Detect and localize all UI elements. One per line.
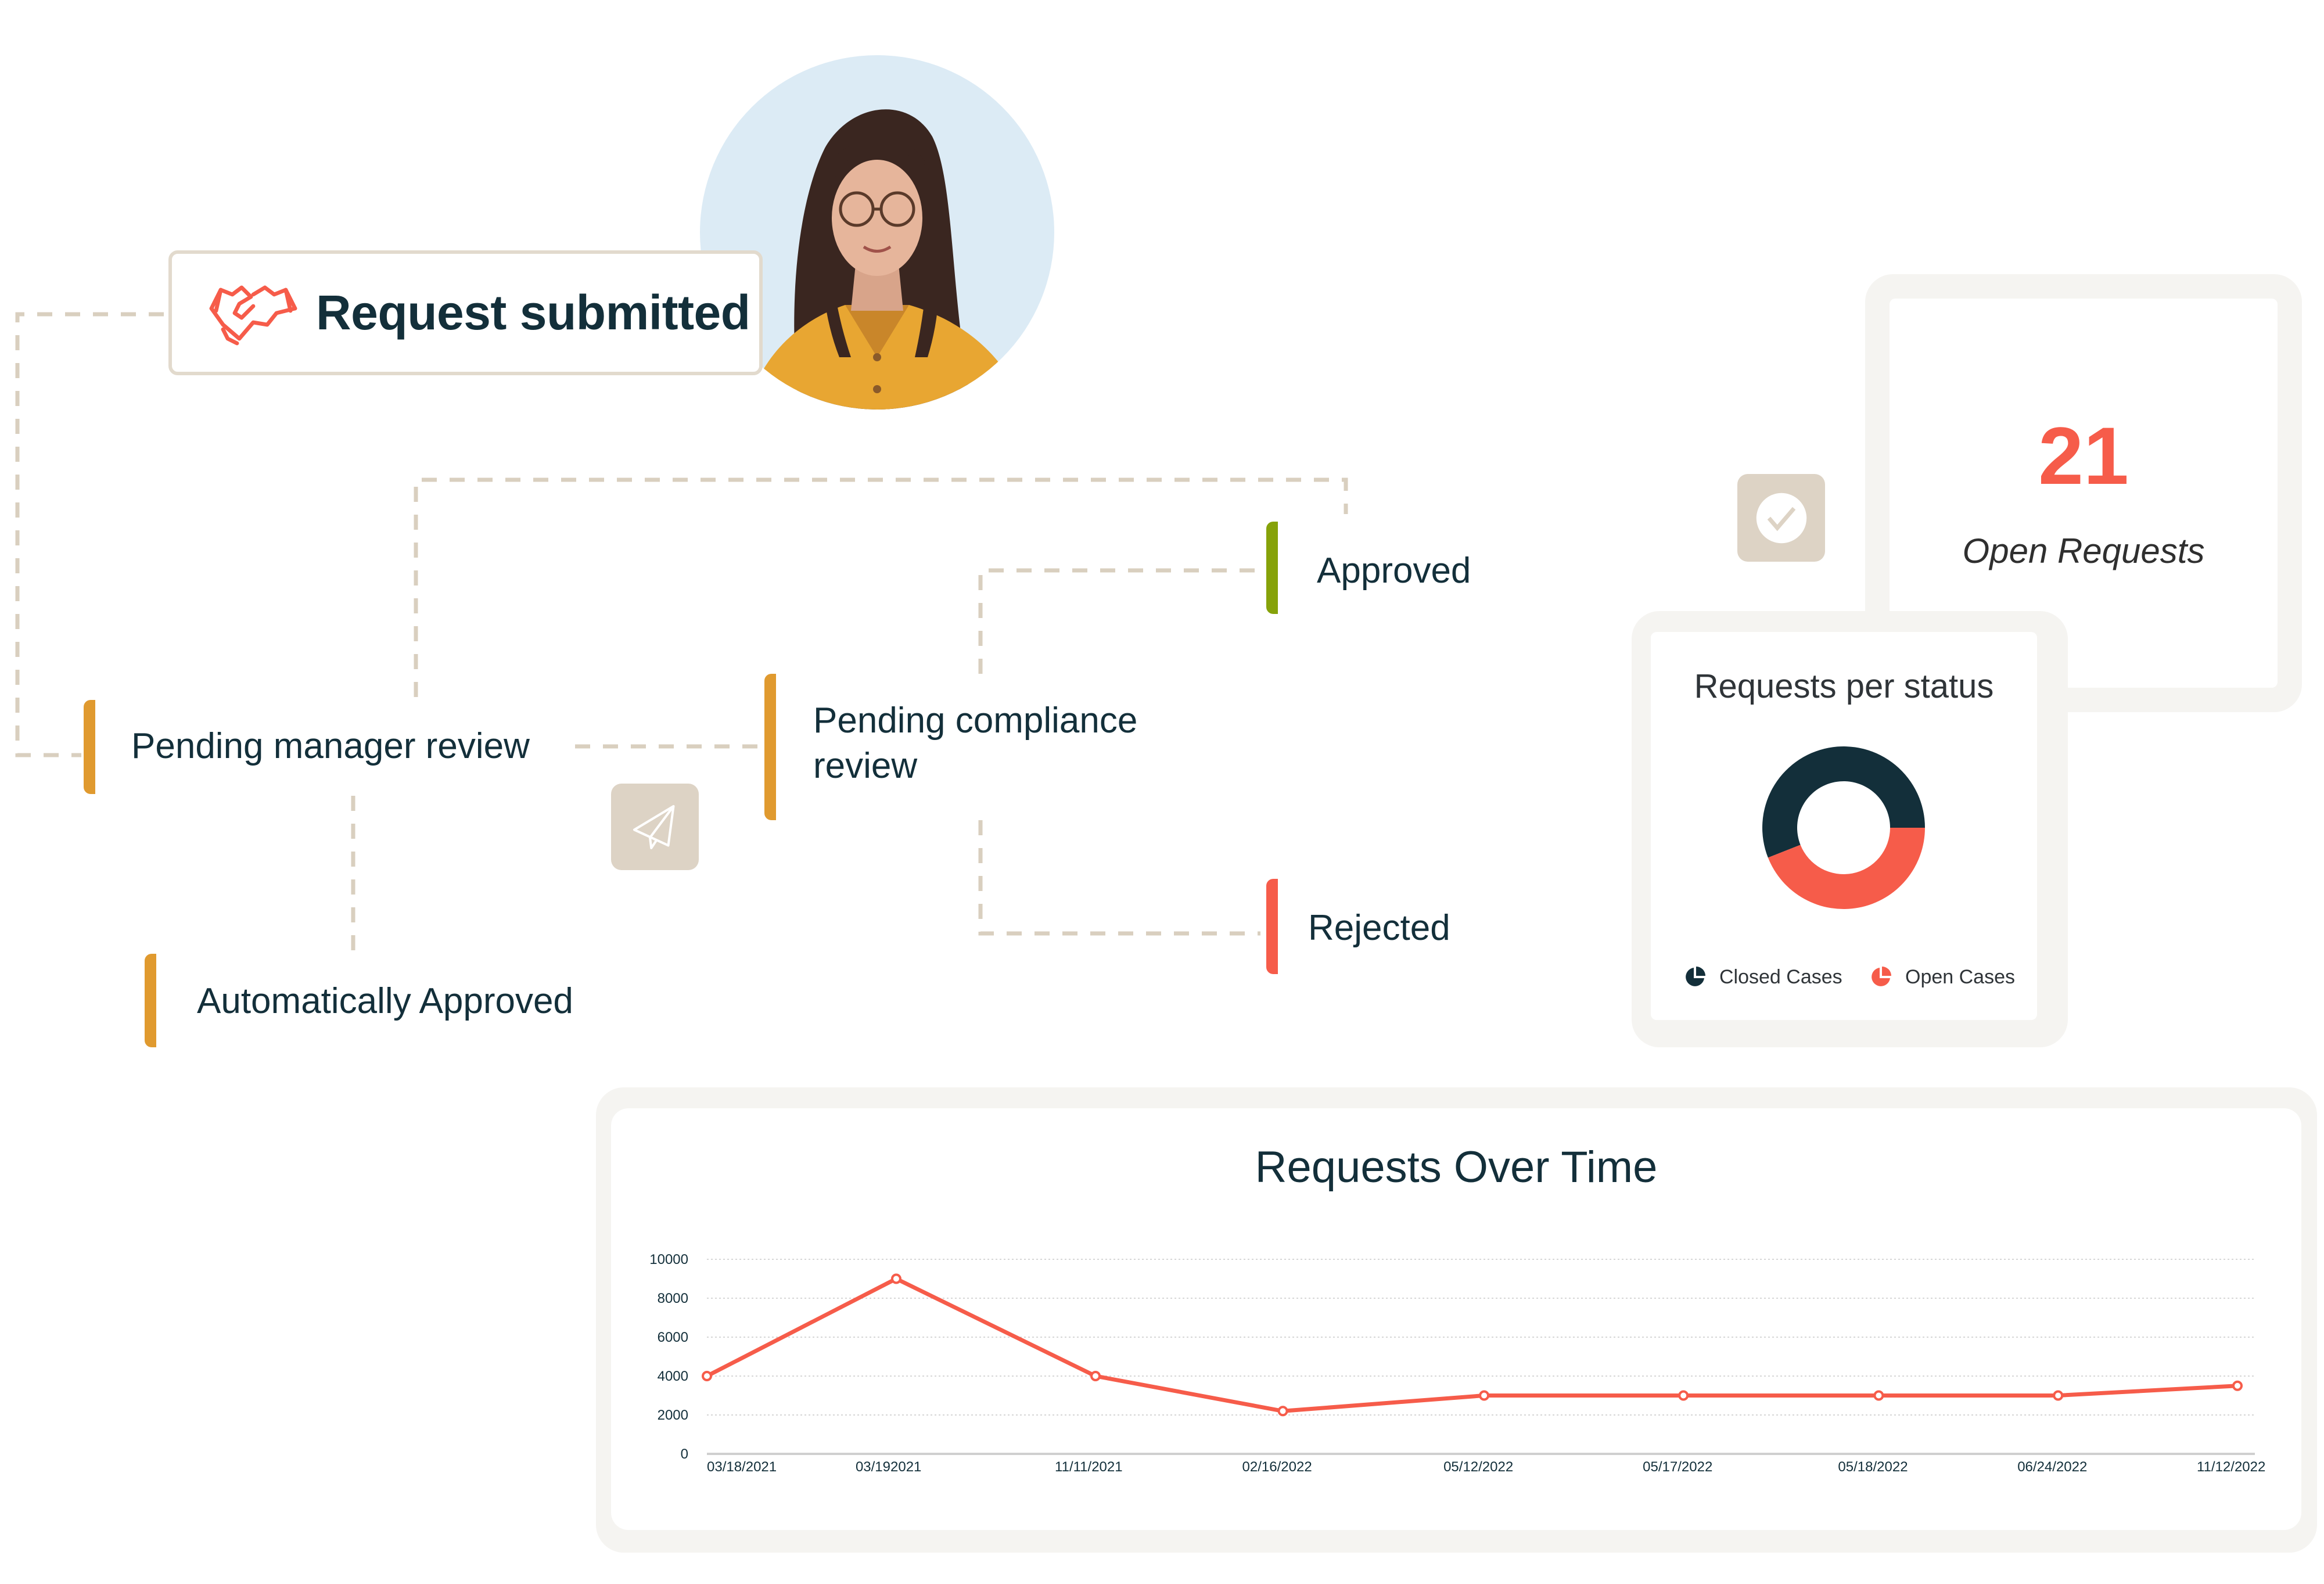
stage-bar-rejected: [1266, 879, 1278, 974]
request-submitted-card[interactable]: Request submitted: [168, 250, 763, 375]
open-cases-pie-icon: [1872, 967, 1891, 986]
x-tick-label: 11/12/2022: [2197, 1459, 2265, 1475]
x-tick-label: 02/16/2022: [1242, 1459, 1312, 1475]
connector-manager-to-approved: [414, 477, 1348, 697]
legend-closed-cases: Closed Cases: [1683, 965, 1842, 989]
data-point[interactable]: [702, 1371, 712, 1381]
requests-per-status-card-body: Requests per status Closed Cases Open Ca…: [1651, 632, 2037, 1020]
stage-pending-compliance-review-line2: review: [813, 746, 918, 786]
handshake-icon: [209, 285, 297, 345]
x-tick-label: 03/18/2021: [707, 1459, 777, 1475]
data-point[interactable]: [890, 1273, 901, 1284]
connector-submitted-to-manager: [15, 312, 164, 757]
x-tick-label: 06/24/2022: [2017, 1459, 2087, 1475]
open-requests-count: 21: [2038, 410, 2129, 501]
y-tick-label: 6000: [658, 1330, 688, 1345]
request-submitted-label: Request submitted: [316, 285, 750, 340]
x-tick-label: 05/17/2022: [1643, 1459, 1712, 1475]
x-tick-label: 11/11/2021: [1055, 1459, 1123, 1475]
data-point[interactable]: [2232, 1380, 2243, 1391]
stage-bar-pending-manager-review: [84, 700, 95, 794]
legend-open-cases: Open Cases: [1869, 965, 2015, 989]
stage-bar-approved: [1266, 522, 1278, 614]
requests-per-status-card: Requests per status Closed Cases Open Ca…: [1632, 611, 2068, 1047]
stage-approved[interactable]: Approved: [1317, 548, 1471, 594]
paper-plane-icon: [633, 804, 675, 849]
check-tile: [1737, 474, 1825, 562]
stage-bar-pending-compliance-review: [764, 674, 776, 820]
requests-over-time-card-body: Requests Over Time 0 2000 4000 6000 8000 1000…: [611, 1108, 2301, 1530]
data-point[interactable]: [1277, 1406, 1288, 1417]
y-tick-label: 2000: [658, 1407, 688, 1423]
closed-cases-pie-icon: [1686, 967, 1705, 986]
requests-over-time-card: Requests Over Time 0 2000 4000 6000 8000 1000…: [596, 1087, 2317, 1553]
data-point[interactable]: [2053, 1390, 2064, 1401]
legend-closed-cases-label: Closed Cases: [1719, 965, 1842, 988]
data-point[interactable]: [1479, 1390, 1490, 1401]
data-point[interactable]: [1873, 1390, 1884, 1401]
stage-rejected[interactable]: Rejected: [1308, 906, 1450, 951]
check-circle-icon: [1756, 493, 1806, 543]
stage-pending-manager-review[interactable]: Pending manager review: [131, 724, 530, 769]
requests-per-status-title: Requests per status: [1694, 667, 1994, 705]
y-tick-label: 4000: [658, 1369, 688, 1384]
connector-compliance-to-rejected: [978, 820, 1260, 936]
stage-automatically-approved[interactable]: Automatically Approved: [197, 979, 573, 1024]
open-requests-label: Open Requests: [1962, 531, 2205, 570]
stage-pending-compliance-review[interactable]: Pending compliance review: [813, 698, 1137, 789]
x-tick-label: 03/192021: [856, 1459, 921, 1475]
line-chart: 0 2000 4000 6000 8000 10000 03/18/2021 03/19202…: [649, 1252, 2265, 1475]
connector-compliance-to-approved: [978, 568, 1260, 674]
data-point[interactable]: [1678, 1390, 1689, 1401]
y-tick-label: 8000: [658, 1291, 688, 1306]
legend-open-cases-label: Open Cases: [1905, 965, 2015, 988]
donut-chart: [1762, 746, 1925, 909]
x-tick-label: 05/12/2022: [1443, 1459, 1513, 1475]
data-point[interactable]: [1090, 1371, 1101, 1381]
y-tick-label: 10000: [649, 1252, 688, 1267]
stage-bar-automatically-approved: [145, 954, 156, 1047]
send-tile: [611, 784, 699, 870]
y-tick-label: 0: [681, 1446, 688, 1462]
stage-pending-compliance-review-line1: Pending compliance: [813, 701, 1138, 741]
x-tick-label: 05/18/2022: [1838, 1459, 1908, 1475]
